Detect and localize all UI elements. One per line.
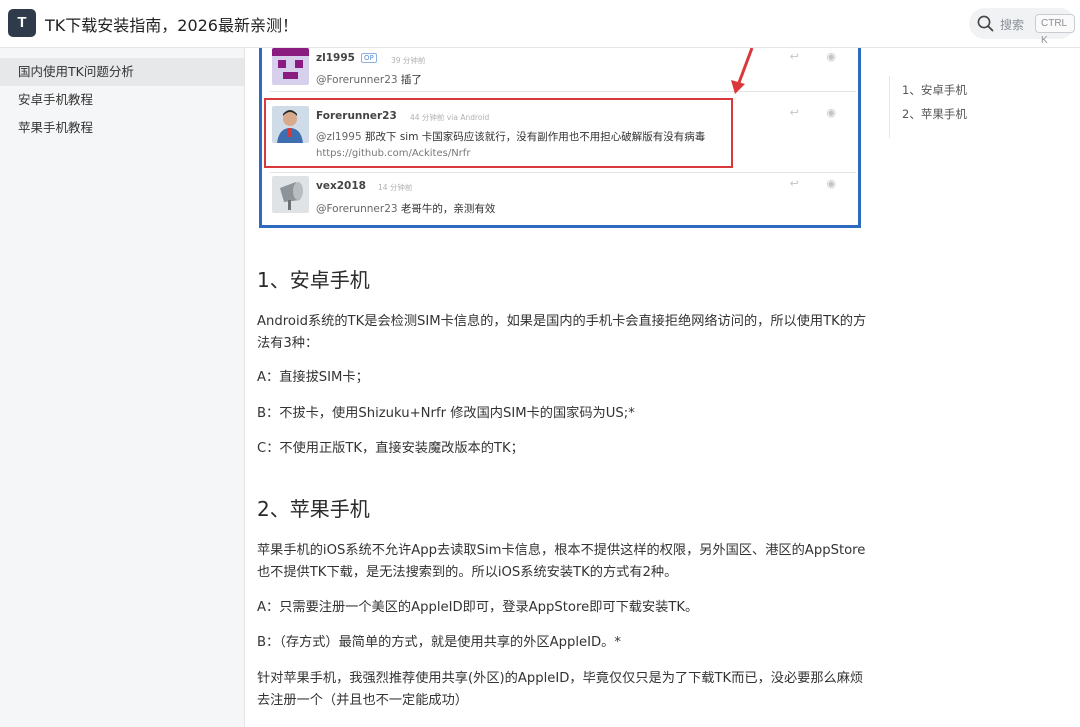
comment-username[interactable]: zl1995 OP — [316, 52, 377, 64]
red-arrow-icon — [731, 48, 754, 94]
heading-apple: 2、苹果手机 — [257, 497, 370, 521]
comment-body: @Forerunner23 老哥牛的，亲测有效 — [316, 203, 496, 215]
comment-actions[interactable]: ↩ ◉ — [790, 177, 848, 190]
paragraph: A：直接拔SIM卡； — [257, 370, 369, 385]
sidebar-item-ios-tutorial[interactable]: 苹果手机教程 — [0, 114, 244, 142]
top-header: T TK下载安装指南，2026最新亲测！ 搜索 CTRL K — [0, 0, 1080, 48]
page-title[interactable]: TK下载安装指南，2026最新亲测！ — [45, 12, 298, 36]
comment-actions[interactable]: ↩ ◉ — [790, 106, 848, 119]
highlight-box — [264, 98, 733, 168]
site-logo[interactable]: T — [8, 9, 36, 37]
paragraph: C：不使用正版TK，直接安装魔改版本的TK； — [257, 441, 524, 456]
comment-time: 39 分钟前 — [391, 56, 426, 65]
toc-item-apple[interactable]: 2、苹果手机 — [902, 106, 967, 122]
article-content: zl1995 OP 39 分钟前 @Forerunner23 插了 ↩ ◉ For… — [245, 48, 885, 727]
heading-android: 1、安卓手机 — [257, 268, 370, 292]
comment-username[interactable]: vex2018 — [316, 180, 366, 192]
comment-body: @Forerunner23 插了 — [316, 74, 422, 86]
search-icon — [977, 15, 994, 32]
paragraph: 针对苹果手机，我强烈推荐使用共享(外区)的AppleID，毕竟仅仅只是为了下载T… — [257, 671, 864, 708]
comment-time: 14 分钟前 — [378, 183, 413, 192]
comment-actions[interactable]: ↩ ◉ — [790, 50, 848, 63]
sidebar: 国内使用TK问题分析 安卓手机教程 苹果手机教程 — [0, 48, 245, 727]
paragraph: Android系统的TK是会检测SIM卡信息的，如果是国内的手机卡会直接拒绝网络… — [257, 314, 867, 351]
avatar — [272, 176, 309, 213]
op-badge: OP — [360, 53, 377, 63]
comment-item: zl1995 OP 39 分钟前 @Forerunner23 插了 ↩ ◉ — [270, 48, 856, 92]
avatar — [272, 48, 309, 85]
paragraph: B：不拔卡，使用Shizuku+Nrfr 修改国内SIM卡的国家码为US;* — [257, 406, 635, 421]
toc-item-android[interactable]: 1、安卓手机 — [902, 82, 967, 98]
search-shortcut: CTRL K — [1035, 14, 1075, 46]
paragraph: 苹果手机的iOS系统不允许App去读取Sim卡信息，根本不提供这样的权限，另外国… — [257, 543, 866, 580]
paragraph: B：（存方式）最简单的方式，就是使用共享的外区AppleID。* — [257, 635, 621, 650]
embedded-screenshot: zl1995 OP 39 分钟前 @Forerunner23 插了 ↩ ◉ For… — [259, 48, 861, 228]
search-button[interactable]: 搜索 CTRL K — [969, 8, 1075, 46]
sidebar-item-problem-analysis[interactable]: 国内使用TK问题分析 — [0, 58, 244, 86]
search-label: 搜索 — [1000, 18, 1025, 32]
sidebar-item-android-tutorial[interactable]: 安卓手机教程 — [0, 86, 244, 114]
comment-item: vex2018 14 分钟前 @Forerunner23 老哥牛的，亲测有效 ↩… — [270, 174, 856, 222]
table-of-contents: 1、安卓手机 2、苹果手机 — [889, 76, 1069, 138]
paragraph: A：只需要注册一个美区的AppleID即可，登录AppStore即可下载安装TK… — [257, 600, 699, 615]
